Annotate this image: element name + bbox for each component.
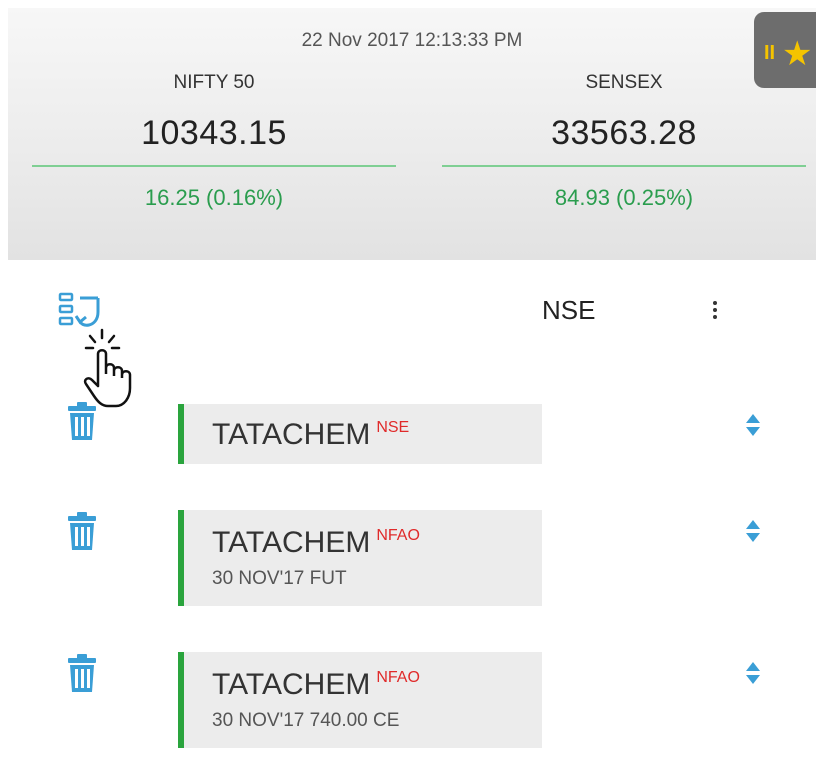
watchlist-item[interactable]: TATACHEM NFAO 30 NOV'17 FUT	[178, 510, 542, 606]
index-value: 10343.15	[141, 114, 287, 152]
pause-icon: II	[764, 42, 776, 64]
index-name: SENSEX	[585, 72, 663, 93]
watchlist-item[interactable]: TATACHEM NFAO 30 NOV'17 740.00 CE	[178, 652, 542, 748]
watchlist-item[interactable]: TATACHEM NSE	[178, 404, 542, 464]
hand-pointer-icon	[78, 328, 152, 408]
delete-icon[interactable]	[64, 402, 100, 442]
star-icon: ★	[782, 35, 813, 73]
index-value: 33563.28	[551, 114, 697, 152]
divider	[32, 165, 396, 167]
exchange-tag: NSE	[376, 419, 410, 436]
delete-icon[interactable]	[64, 512, 100, 552]
index-change: 16.25 (0.16%)	[144, 185, 284, 210]
exchange-label[interactable]: NSE	[542, 295, 595, 326]
divider	[442, 165, 806, 167]
index-sensex-card[interactable]: SENSEX 33563.28 84.93 (0.25%)	[442, 72, 806, 211]
more-vert-icon[interactable]	[707, 298, 723, 324]
symbol-name: TATACHEM NFAO	[212, 668, 420, 701]
exchange-tag: NFAO	[376, 527, 420, 544]
sort-icon[interactable]	[744, 660, 762, 686]
favorites-tab-button[interactable]: II ★	[754, 12, 816, 88]
market-timestamp: 22 Nov 2017 12:13:33 PM	[301, 30, 523, 51]
symbol-name: TATACHEM NFAO	[212, 526, 420, 559]
exchange-tag: NFAO	[376, 669, 420, 686]
contract-detail: 30 NOV'17 FUT	[212, 568, 347, 589]
index-name: NIFTY 50	[173, 72, 255, 93]
index-change: 84.93 (0.25%)	[554, 185, 694, 210]
delete-icon[interactable]	[64, 654, 100, 694]
index-nifty-card[interactable]: NIFTY 50 10343.15 16.25 (0.16%)	[32, 72, 396, 211]
sort-icon[interactable]	[744, 518, 762, 544]
symbol-name: TATACHEM NSE	[212, 418, 410, 451]
contract-detail: 30 NOV'17 740.00 CE	[212, 710, 400, 731]
market-header: 22 Nov 2017 12:13:33 PM NIFTY 50 10343.1…	[8, 8, 816, 260]
sort-icon[interactable]	[744, 412, 762, 438]
